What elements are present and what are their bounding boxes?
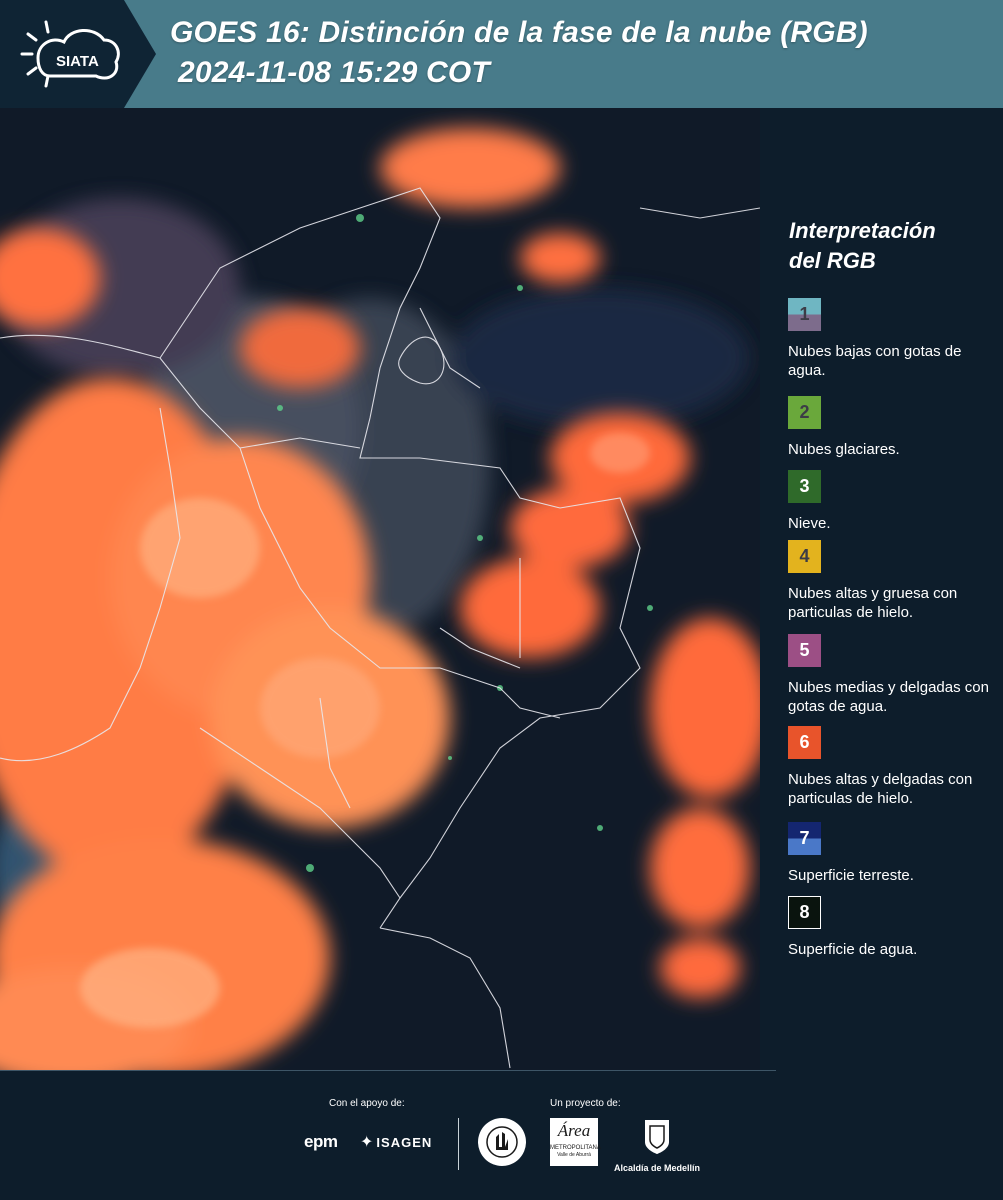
epm-logo: epm	[304, 1132, 338, 1151]
satellite-map	[0, 108, 760, 1070]
legend-label: Nubes glaciares.	[788, 441, 900, 458]
legend-label: Nubes bajas con gotas de agua.	[788, 343, 962, 379]
legend-title-line2: del RGB	[789, 248, 876, 273]
area-metropolitana-mark: Área	[557, 1121, 591, 1140]
support-label: Con el apoyo de:	[329, 1098, 405, 1109]
legend-number: 5	[799, 640, 810, 660]
area-metropolitana-sub2: Valle de Aburrá	[557, 1152, 591, 1158]
legend-number: 8	[799, 902, 810, 922]
seal-logo	[478, 1118, 526, 1166]
legend-swatch-4: 4	[788, 540, 821, 573]
legend-title-line1: Interpretación	[789, 218, 936, 243]
legend-swatch-7: 7	[788, 822, 821, 855]
medellin-shield-icon	[645, 1120, 669, 1154]
legend-label: Nubes altas y delgadas con particulas de…	[788, 771, 973, 807]
legend-number: 7	[799, 828, 810, 848]
alcaldia-medellin-label: Alcaldía de Medellín	[613, 1163, 701, 1173]
legend-label: Nieve.	[788, 515, 831, 532]
isagen-label: ISAGEN	[376, 1134, 433, 1150]
seal-emblem-icon	[486, 1126, 518, 1158]
legend-number: 3	[799, 476, 810, 496]
legend-number: 4	[799, 546, 810, 566]
page-subtitle-timestamp: 2024-11-08 15:29 COT	[178, 56, 490, 89]
legend-title: Interpretación del RGB	[789, 216, 989, 276]
svg-text:SIATA: SIATA	[56, 53, 99, 70]
header-bar: SIATA GOES 16: Distinción de la fase de …	[0, 0, 1003, 108]
footer: Con el apoyo de: Un proyecto de: epm ✦ I…	[0, 1070, 1003, 1200]
legend-panel: Interpretación del RGB 1 Nubes bajas con…	[760, 108, 1003, 1070]
legend-swatch-2: 2	[788, 396, 821, 429]
legend-swatch-3: 3	[788, 470, 821, 503]
legend-label: Nubes altas y gruesa con particulas de h…	[788, 585, 958, 621]
legend-number: 2	[799, 402, 810, 422]
legend-swatch-6: 6	[788, 726, 821, 759]
legend-number: 1	[799, 304, 810, 324]
legend-label: Nubes medias y delgadas con gotas de agu…	[788, 679, 989, 715]
isagen-logo: ✦ ISAGEN	[360, 1132, 432, 1152]
legend-label: Superficie terreste.	[788, 867, 914, 884]
page-title: GOES 16: Distinción de la fase de la nub…	[170, 16, 868, 49]
area-metropolitana-sub: METROPOLITANA	[550, 1145, 601, 1151]
legend-number: 6	[799, 732, 810, 752]
footer-divider-line	[0, 1070, 776, 1071]
siata-logo: SIATA	[0, 0, 156, 108]
alcaldia-medellin-logo: Alcaldía de Medellín	[612, 1118, 702, 1173]
area-metropolitana-logo: Área METROPOLITANA Valle de Aburrá	[550, 1118, 601, 1166]
isagen-mark-icon: ✦	[360, 1134, 374, 1151]
footer-vertical-divider	[458, 1118, 459, 1170]
legend-swatch-5: 5	[788, 634, 821, 667]
legend-label: Superficie de agua.	[788, 941, 918, 958]
legend-swatch-1: 1	[788, 298, 821, 331]
legend-swatch-8: 8	[788, 896, 821, 929]
project-label: Un proyecto de:	[550, 1098, 621, 1109]
